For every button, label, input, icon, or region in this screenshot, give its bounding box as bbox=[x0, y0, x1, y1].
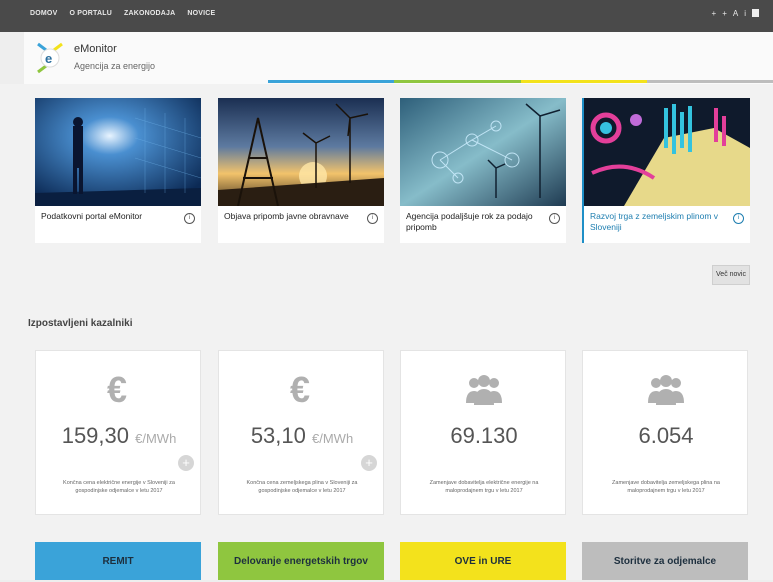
indicator-number: 6.054 bbox=[638, 423, 694, 448]
info-icon[interactable]: i bbox=[744, 9, 746, 18]
svg-text:e: e bbox=[45, 51, 52, 66]
news-card[interactable]: Podatkovni portal eMonitor i bbox=[35, 98, 201, 243]
info-icon[interactable]: i bbox=[184, 213, 195, 224]
info-icon[interactable]: i bbox=[367, 213, 378, 224]
indicator-description: Končna cena električne energije v Sloven… bbox=[63, 480, 175, 494]
indicator-description: Končna cena zemeljskega plina v Slovenij… bbox=[246, 480, 358, 494]
users-icon bbox=[583, 369, 749, 414]
news-card-active[interactable]: Razvoj trga z zemeljskim plinom v Sloven… bbox=[582, 98, 750, 243]
plus-icon[interactable]: + bbox=[361, 455, 377, 471]
indicator-unit: €/MWh bbox=[312, 431, 354, 446]
indicator-card[interactable]: € 159,30 €/MWh + Končna cena električne … bbox=[35, 350, 201, 515]
category-energy-markets[interactable]: Delovanje energetskih trgov bbox=[218, 542, 384, 580]
svg-text:€: € bbox=[107, 369, 127, 409]
category-renewables[interactable]: OVE in URE bbox=[400, 542, 566, 580]
emonitor-logo-icon[interactable]: e bbox=[32, 38, 68, 78]
top-navigation-bar: DOMOV O PORTALU ZAKONODAJA NOVICE + + A … bbox=[0, 0, 773, 32]
news-caption[interactable]: Objava pripomb javne obravnave bbox=[224, 211, 364, 222]
euro-icon: € bbox=[219, 369, 385, 414]
category-remit[interactable]: REMIT bbox=[35, 542, 201, 580]
indicator-description: Zamenjave dobavitelja zemeljskega plina … bbox=[612, 480, 720, 494]
print-icon[interactable] bbox=[752, 9, 759, 17]
news-card[interactable]: Agencija podaljšuje rok za podajo pripom… bbox=[400, 98, 566, 243]
nav-item-about[interactable]: O PORTALU bbox=[69, 10, 112, 17]
news-caption[interactable]: Podatkovni portal eMonitor bbox=[41, 211, 181, 222]
svg-text:€: € bbox=[290, 369, 310, 409]
site-subtitle: Agencija za energijo bbox=[74, 61, 156, 71]
nav-item-legislation[interactable]: ZAKONODAJA bbox=[124, 10, 175, 17]
indicator-unit: €/MWh bbox=[135, 431, 177, 446]
news-caption[interactable]: Razvoj trga z zemeljskim plinom v Sloven… bbox=[590, 211, 730, 233]
news-image-gas-market bbox=[584, 98, 750, 206]
news-image-data-portal bbox=[35, 98, 201, 206]
indicator-value: 6.054 bbox=[583, 423, 749, 449]
news-image-wind-network bbox=[400, 98, 566, 206]
indicator-value: 69.130 bbox=[401, 423, 567, 449]
news-card[interactable]: Objava pripomb javne obravnave i bbox=[218, 98, 384, 243]
accessibility-icon[interactable]: A bbox=[733, 9, 738, 18]
font-smaller-icon[interactable]: + bbox=[712, 9, 717, 18]
color-strip bbox=[268, 80, 773, 83]
euro-icon: € bbox=[36, 369, 202, 414]
info-icon[interactable]: i bbox=[733, 213, 744, 224]
news-caption[interactable]: Agencija podaljšuje rok za podajo pripom… bbox=[406, 211, 546, 233]
indicator-value: 53,10 €/MWh bbox=[219, 423, 385, 449]
section-title: Izpostavljeni kazalniki bbox=[28, 318, 133, 329]
site-title[interactable]: eMonitor bbox=[74, 43, 117, 55]
top-icons: + + A i bbox=[712, 9, 759, 18]
indicator-card[interactable]: 69.130 Zamenjave dobavitelja električne … bbox=[400, 350, 566, 515]
nav-item-home[interactable]: DOMOV bbox=[30, 10, 57, 17]
indicator-number: 159,30 bbox=[61, 423, 129, 448]
indicator-card[interactable]: 6.054 Zamenjave dobavitelja zemeljskega … bbox=[582, 350, 748, 515]
nav-item-news[interactable]: NOVICE bbox=[187, 10, 215, 17]
category-customer-services[interactable]: Storitve za odjemalce bbox=[582, 542, 748, 580]
plus-icon[interactable]: + bbox=[178, 455, 194, 471]
indicator-value: 159,30 €/MWh bbox=[36, 423, 202, 449]
top-nav: DOMOV O PORTALU ZAKONODAJA NOVICE bbox=[30, 10, 215, 17]
indicator-card[interactable]: € 53,10 €/MWh + Končna cena zemeljskega … bbox=[218, 350, 384, 515]
indicator-number: 69.130 bbox=[450, 423, 518, 448]
more-news-button[interactable]: Več novic bbox=[712, 265, 750, 285]
font-larger-icon[interactable]: + bbox=[722, 9, 727, 18]
site-header: e eMonitor Agencija za energijo bbox=[24, 32, 773, 84]
info-icon[interactable]: i bbox=[549, 213, 560, 224]
users-icon bbox=[401, 369, 567, 414]
indicator-description: Zamenjave dobavitelja električne energij… bbox=[429, 480, 539, 494]
news-image-wind-sunset bbox=[218, 98, 384, 206]
indicator-number: 53,10 bbox=[250, 423, 306, 448]
